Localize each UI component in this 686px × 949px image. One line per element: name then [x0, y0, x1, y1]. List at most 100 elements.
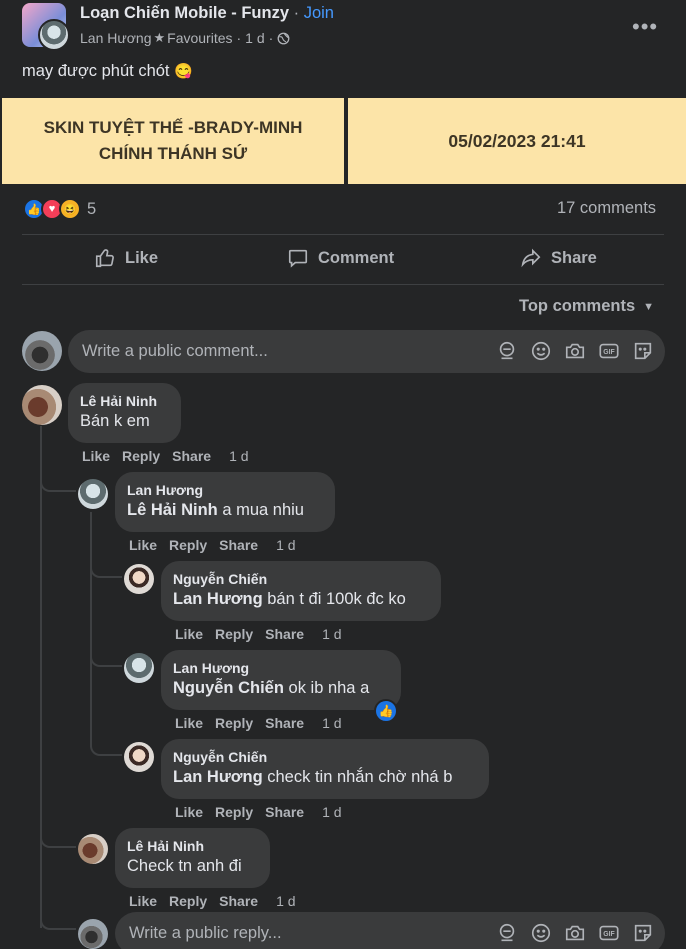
comment-reply-link[interactable]: Reply: [215, 626, 253, 642]
globe-icon: [277, 32, 290, 44]
gif-icon[interactable]: GIF: [598, 922, 620, 944]
comment-reply-link[interactable]: Reply: [169, 893, 207, 909]
comment-actions: Like Reply Share 1 d: [129, 537, 308, 553]
comment-label: Comment: [318, 248, 395, 267]
banner-title-line1: SKIN TUYỆT THẾ -BRADY-MINH: [43, 118, 303, 137]
commenter-avatar[interactable]: [124, 742, 154, 772]
camera-icon[interactable]: [564, 922, 586, 944]
emoji-icon[interactable]: [530, 922, 552, 944]
comment-text: ok ib nha a: [283, 679, 370, 697]
join-link[interactable]: Join: [304, 4, 334, 22]
comment-time[interactable]: 1 d: [229, 448, 248, 464]
author-avatar[interactable]: [38, 19, 70, 51]
commenter-avatar[interactable]: [78, 834, 108, 864]
haha-reaction-icon: 😆: [59, 198, 81, 220]
thumbs-up-icon: [95, 249, 114, 268]
reply-placeholder: Write a public reply...: [129, 924, 282, 942]
comment-like-link[interactable]: Like: [175, 626, 203, 642]
comment-author[interactable]: Lê Hải Ninh: [80, 392, 169, 410]
post-time-link[interactable]: 1 d: [245, 30, 264, 46]
group-name-link[interactable]: Loạn Chiến Mobile - Funzy: [80, 4, 289, 22]
comment-like-badge[interactable]: 👍: [374, 699, 398, 723]
avatar-sticker-icon[interactable]: [496, 340, 518, 362]
reaction-count: 5: [87, 199, 97, 218]
comment-text: Check tn anh đi: [127, 857, 242, 875]
my-avatar[interactable]: [22, 331, 62, 371]
author-badge: Favourites: [167, 30, 233, 46]
comment-share-link[interactable]: Share: [265, 715, 304, 731]
post-header: Loạn Chiến Mobile - Funzy · Join Lan Hươ…: [0, 0, 686, 60]
comment-actions: Like Reply Share 1 d: [175, 804, 354, 820]
camera-icon[interactable]: [564, 340, 586, 362]
share-label: Share: [551, 248, 597, 267]
mention-tag[interactable]: Lan Hương: [173, 768, 263, 786]
comment-share-link[interactable]: Share: [172, 448, 211, 464]
svg-text:GIF: GIF: [603, 349, 614, 356]
comment-composer[interactable]: Write a public comment... GIF: [68, 330, 665, 373]
comment-bubble: Nguyễn Chiến Lan Hương check tin nhắn ch…: [161, 739, 489, 799]
post-text: may được phút chót: [22, 62, 170, 80]
comment-bubble: Lan Hương Nguyễn Chiến ok ib nha a: [161, 650, 401, 710]
comments-count-link[interactable]: 17 comments: [557, 199, 656, 218]
sort-dropdown[interactable]: Top comments ▼: [519, 297, 654, 316]
avatar-sticker-icon[interactable]: [496, 922, 518, 944]
comment-text: check tin nhắn chờ nhá b: [262, 768, 453, 786]
comment-reply-link[interactable]: Reply: [215, 715, 253, 731]
comment-like-link[interactable]: Like: [175, 804, 203, 820]
banner-title-line2: CHÍNH THÁNH SỨ: [98, 144, 248, 163]
comment-like-link[interactable]: Like: [175, 715, 203, 731]
comment-bubble: Lan Hương Lê Hải Ninh a mua nhiu: [115, 472, 335, 532]
comment-bubble: Lê Hải Ninh Check tn anh đi: [115, 828, 270, 888]
comment-actions: Like Reply Share 1 d: [129, 893, 308, 909]
comment-reply-link[interactable]: Reply: [122, 448, 160, 464]
star-icon: ★: [153, 30, 166, 45]
commenter-avatar[interactable]: [124, 564, 154, 594]
commenter-avatar[interactable]: [124, 653, 154, 683]
gif-icon[interactable]: GIF: [598, 340, 620, 362]
my-avatar[interactable]: [78, 919, 108, 949]
comment-time[interactable]: 1 d: [322, 626, 341, 642]
comment-author[interactable]: Lan Hương: [127, 481, 323, 499]
post-image[interactable]: SKIN TUYỆT THẾ -BRADY-MINH CHÍNH THÁNH S…: [2, 98, 686, 184]
caret-down-icon: ▼: [643, 300, 655, 313]
comment-author[interactable]: Nguyễn Chiến: [173, 570, 429, 588]
share-button[interactable]: Share: [520, 247, 597, 269]
commenter-avatar[interactable]: [22, 385, 62, 425]
comment-share-link[interactable]: Share: [265, 804, 304, 820]
mention-tag[interactable]: Nguyễn Chiến: [173, 679, 284, 697]
comment-time[interactable]: 1 d: [322, 804, 341, 820]
comment-actions: Like Reply Share 1 d: [175, 715, 354, 731]
reply-composer[interactable]: Write a public reply... GIF: [115, 912, 665, 949]
comment-icon: [288, 249, 308, 268]
comment-time[interactable]: 1 d: [322, 715, 341, 731]
sticker-icon[interactable]: [632, 922, 654, 944]
author-name-link[interactable]: Lan Hương: [80, 30, 151, 46]
reaction-summary[interactable]: 👍 ♥ 😆 5: [23, 197, 96, 221]
thread-elbow-6: [40, 834, 76, 848]
comment-author[interactable]: Lê Hải Ninh: [127, 837, 258, 855]
comment-time[interactable]: 1 d: [276, 537, 295, 553]
comment-reply-link[interactable]: Reply: [215, 804, 253, 820]
comment-share-link[interactable]: Share: [265, 626, 304, 642]
emoji-icon[interactable]: [530, 340, 552, 362]
comment-author[interactable]: Lan Hương: [173, 659, 389, 677]
comment-share-link[interactable]: Share: [219, 537, 258, 553]
commenter-avatar[interactable]: [78, 479, 108, 509]
like-button[interactable]: Like: [94, 247, 158, 269]
comment-actions: Like Reply Share 1 d: [175, 626, 354, 642]
comment-reply-link[interactable]: Reply: [169, 537, 207, 553]
comment-share-link[interactable]: Share: [219, 893, 258, 909]
comment-button[interactable]: Comment: [287, 247, 394, 269]
more-options-icon[interactable]: •••: [632, 14, 658, 40]
comment-like-link[interactable]: Like: [129, 893, 157, 909]
mention-tag[interactable]: Lê Hải Ninh: [127, 501, 218, 519]
comment-like-link[interactable]: Like: [129, 537, 157, 553]
separator: ·: [293, 4, 300, 22]
mention-tag[interactable]: Lan Hương: [173, 590, 263, 608]
comment-like-link[interactable]: Like: [82, 448, 110, 464]
comment-author[interactable]: Nguyễn Chiến: [173, 748, 477, 766]
comment-time[interactable]: 1 d: [276, 893, 295, 909]
thread-elbow-end: [40, 916, 76, 930]
sticker-icon[interactable]: [632, 340, 654, 362]
comment-text: a mua nhiu: [217, 501, 304, 519]
